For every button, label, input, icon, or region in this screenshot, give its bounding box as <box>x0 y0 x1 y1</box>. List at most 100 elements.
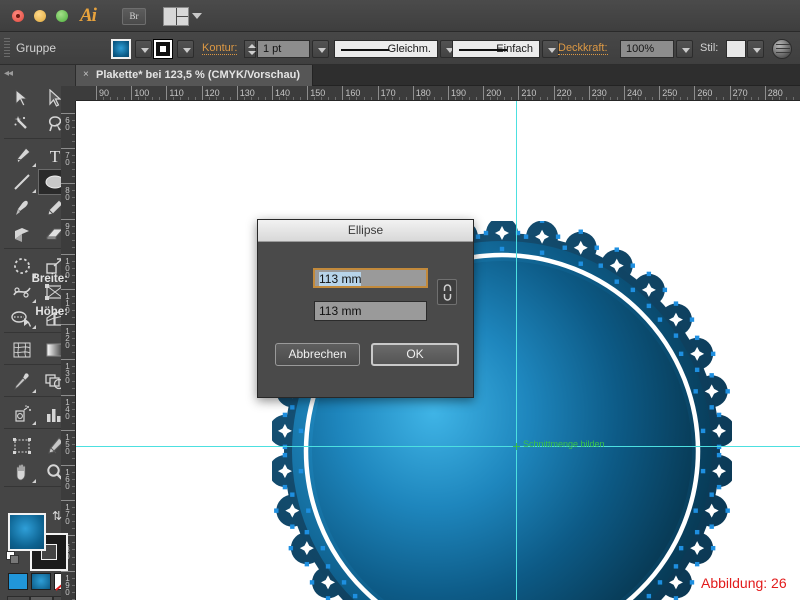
opacity-label[interactable]: Deckkraft: <box>558 42 608 55</box>
ruler-label: 110 <box>169 88 184 98</box>
width-input-value: 113 mm <box>319 272 362 286</box>
ruler-origin-corner[interactable] <box>61 86 77 102</box>
vertical-guide[interactable] <box>516 101 517 600</box>
ruler-tick <box>61 359 75 361</box>
swap-fill-stroke-icon[interactable]: ⇅ <box>52 509 62 523</box>
flyout-triangle-icon[interactable] <box>32 325 36 329</box>
panel-grip[interactable] <box>4 38 10 58</box>
ruler-label: 140 <box>275 88 291 98</box>
ruler-tick <box>553 86 555 100</box>
vertical-ruler[interactable]: 60708090100110120130140150160170180190 <box>61 101 76 600</box>
height-input[interactable]: 113 mm <box>314 301 427 321</box>
gradient-swatch-button[interactable] <box>31 573 51 590</box>
ruler-tick <box>729 86 731 100</box>
full-screen-with-menu-button[interactable] <box>30 596 53 600</box>
brush-definition-select[interactable]: Einfach <box>452 40 540 58</box>
ok-button[interactable]: OK <box>371 343 459 366</box>
stroke-weight-dropdown-icon[interactable] <box>312 40 329 58</box>
ruler-tick <box>483 86 485 100</box>
opacity-dropdown-icon[interactable] <box>676 40 693 58</box>
ruler-label: 100 <box>134 88 150 98</box>
flyout-triangle-icon[interactable] <box>32 299 36 303</box>
ruler-label: 170 <box>65 503 70 527</box>
ruler-tick <box>61 289 75 290</box>
figure-caption: Abbildung: 26 <box>701 575 787 591</box>
chevron-down-icon[interactable] <box>192 13 202 19</box>
ruler-label: 210 <box>521 88 537 98</box>
ruler-label: 90 <box>65 221 70 238</box>
minimize-button[interactable] <box>34 10 46 22</box>
tool-selection-tool[interactable] <box>5 85 38 111</box>
document-tab-title: Plakette* bei 123,5 % (CMYK/Vorschau) <box>96 69 300 81</box>
fill-swatch-dropdown-icon[interactable] <box>135 40 152 58</box>
panel-grip[interactable]: ◂◂ <box>4 68 13 79</box>
tool-eyedropper-tool[interactable] <box>5 369 38 395</box>
ruler-label: 60 <box>65 116 70 132</box>
flyout-triangle-icon[interactable] <box>32 479 36 483</box>
ruler-tick <box>61 253 75 255</box>
stroke-weight-label[interactable]: Kontur: <box>202 42 238 55</box>
document-tab-bar: × Plakette* bei 123,5 % (CMYK/Vorschau) <box>76 65 800 86</box>
close-button[interactable] <box>12 10 24 22</box>
tool-artboard-tool[interactable] <box>5 433 38 459</box>
fill-color-control[interactable] <box>8 513 46 551</box>
ruler-tick <box>307 86 309 100</box>
fill-color-swatch[interactable] <box>111 39 131 59</box>
width-label: Breite: <box>31 273 68 285</box>
ruler-label: 230 <box>591 88 607 98</box>
height-input-value: 113 mm <box>319 304 362 318</box>
svg-text:T: T <box>49 147 60 165</box>
ruler-tick <box>131 86 133 100</box>
ruler-tick <box>201 86 203 100</box>
bridge-button[interactable]: Br <box>122 8 146 25</box>
horizontal-ruler[interactable]: 90 100 110 120 130 140 150 160 170 180 190 200 210 22… <box>76 86 800 101</box>
flyout-triangle-icon[interactable] <box>32 189 36 193</box>
ruler-tick <box>236 86 238 100</box>
ruler-tick <box>377 86 379 100</box>
graphic-style-dropdown-icon[interactable] <box>747 40 764 58</box>
profile-preview-icon <box>341 49 389 51</box>
ruler-label: 150 <box>65 432 70 456</box>
color-swatch-button[interactable] <box>8 573 28 590</box>
opacity-input[interactable]: 100% <box>620 40 674 58</box>
arrange-documents-icon[interactable] <box>163 7 189 26</box>
tool-hand-tool[interactable] <box>5 459 38 485</box>
stroke-swatch-dropdown-icon[interactable] <box>177 40 194 58</box>
close-icon[interactable]: × <box>83 70 92 80</box>
flyout-triangle-icon[interactable] <box>32 421 36 425</box>
ruler-tick <box>61 218 75 220</box>
tool-blob-brush-tool[interactable] <box>5 221 38 247</box>
smart-guide-label: Schnittmenge bilden <box>523 439 605 449</box>
normal-screen-mode-button[interactable] <box>7 596 30 600</box>
tool-paintbrush-tool[interactable] <box>5 195 38 221</box>
tool-line-segment-tool[interactable] <box>5 169 38 195</box>
tool-symbol-sprayer-tool[interactable] <box>5 401 38 427</box>
document-setup-icon[interactable] <box>772 39 792 59</box>
illustrator-window: Ai Br Gruppe Kontur: 1 pt Gleichm. Einfa… <box>0 0 800 600</box>
cancel-button[interactable]: Abbrechen <box>275 343 360 366</box>
brush-dropdown-icon[interactable] <box>542 40 559 58</box>
ruler-label: 120 <box>65 327 70 351</box>
ruler-tick <box>61 429 75 431</box>
horizontal-guide[interactable] <box>76 446 800 447</box>
document-tab[interactable]: × Plakette* bei 123,5 % (CMYK/Vorschau) <box>76 65 313 86</box>
ruler-label: 240 <box>627 88 643 98</box>
ruler-tick <box>518 86 520 100</box>
stroke-weight-input[interactable]: 1 pt <box>257 40 310 58</box>
chain-link-icon[interactable] <box>437 279 457 305</box>
width-input[interactable]: 113 mm <box>313 268 428 288</box>
tool-mesh-tool[interactable] <box>5 337 38 363</box>
flyout-triangle-icon[interactable] <box>32 163 36 167</box>
stroke-weight-stepper[interactable] <box>244 40 256 58</box>
stroke-color-swatch[interactable] <box>153 39 173 59</box>
default-fill-stroke-icon[interactable] <box>6 551 19 564</box>
ruler-tick <box>61 500 75 502</box>
maximize-button[interactable] <box>56 10 68 22</box>
dialog-title: Ellipse <box>258 220 473 242</box>
ruler-label: 280 <box>767 88 783 98</box>
graphic-style-swatch[interactable] <box>726 40 746 58</box>
flyout-triangle-icon[interactable] <box>32 389 36 393</box>
tool-magic-wand-tool[interactable] <box>5 111 38 137</box>
stroke-profile-select[interactable]: Gleichm. <box>334 40 438 58</box>
tool-pen-tool[interactable] <box>5 143 38 169</box>
